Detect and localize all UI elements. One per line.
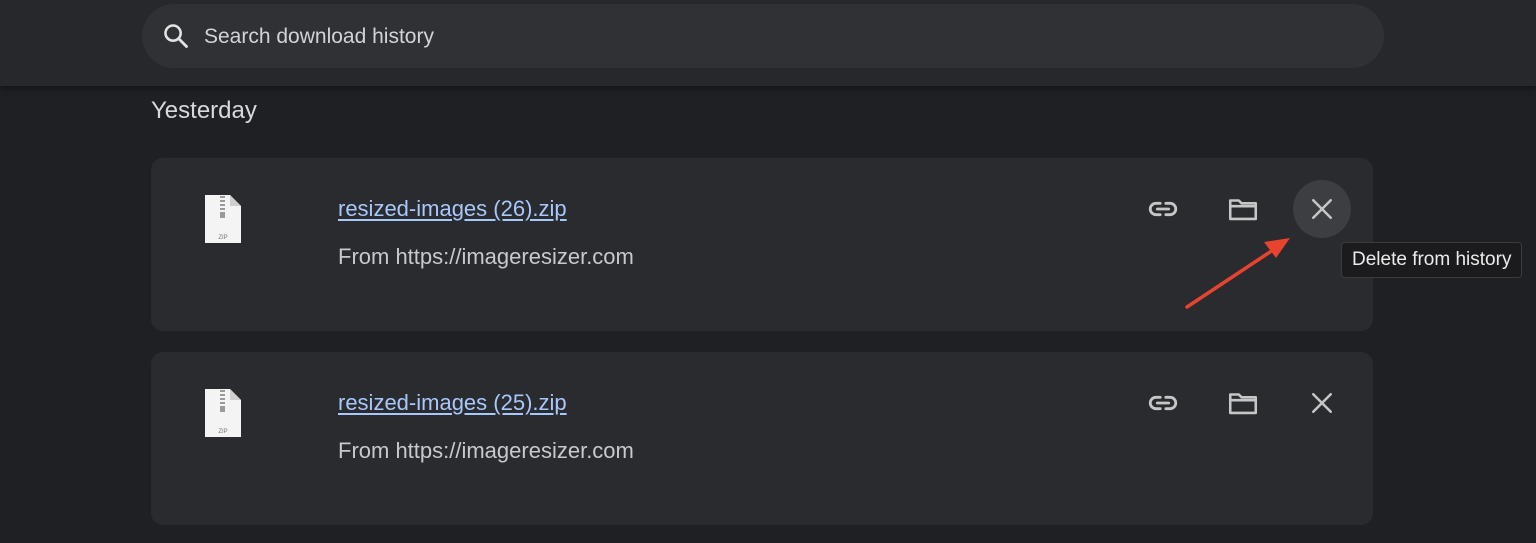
svg-text:ZIP: ZIP [218, 235, 227, 241]
annotation-arrow-icon [1185, 238, 1290, 309]
folder-icon [1228, 199, 1258, 221]
zip-file-icon: ZIP [205, 195, 241, 243]
file-name-link[interactable]: resized-images (25).zip [338, 390, 567, 416]
zip-file-icon: ZIP [205, 389, 241, 437]
search-input[interactable] [202, 20, 1346, 54]
copy-link-button[interactable] [1134, 374, 1192, 432]
section-title: Yesterday [151, 97, 257, 124]
copy-link-icon [1148, 395, 1178, 411]
delete-from-history-button[interactable] [1293, 180, 1351, 238]
download-item: ZIP resized-images (25).zip From https:/… [151, 352, 1373, 525]
search-icon [164, 24, 188, 48]
folder-icon [1228, 393, 1258, 415]
search-bar[interactable] [142, 4, 1384, 68]
svg-text:ZIP: ZIP [218, 429, 227, 435]
tooltip: Delete from history [1341, 242, 1523, 278]
close-icon [1312, 393, 1332, 413]
toolbar [0, 0, 1536, 86]
file-name-link[interactable]: resized-images (26).zip [338, 196, 567, 222]
close-icon [1312, 199, 1332, 219]
show-in-folder-button[interactable] [1214, 374, 1272, 432]
delete-from-history-button[interactable] [1293, 374, 1351, 432]
file-source: From https://imageresizer.com [338, 438, 634, 463]
file-source: From https://imageresizer.com [338, 244, 634, 269]
copy-link-icon [1148, 201, 1178, 217]
